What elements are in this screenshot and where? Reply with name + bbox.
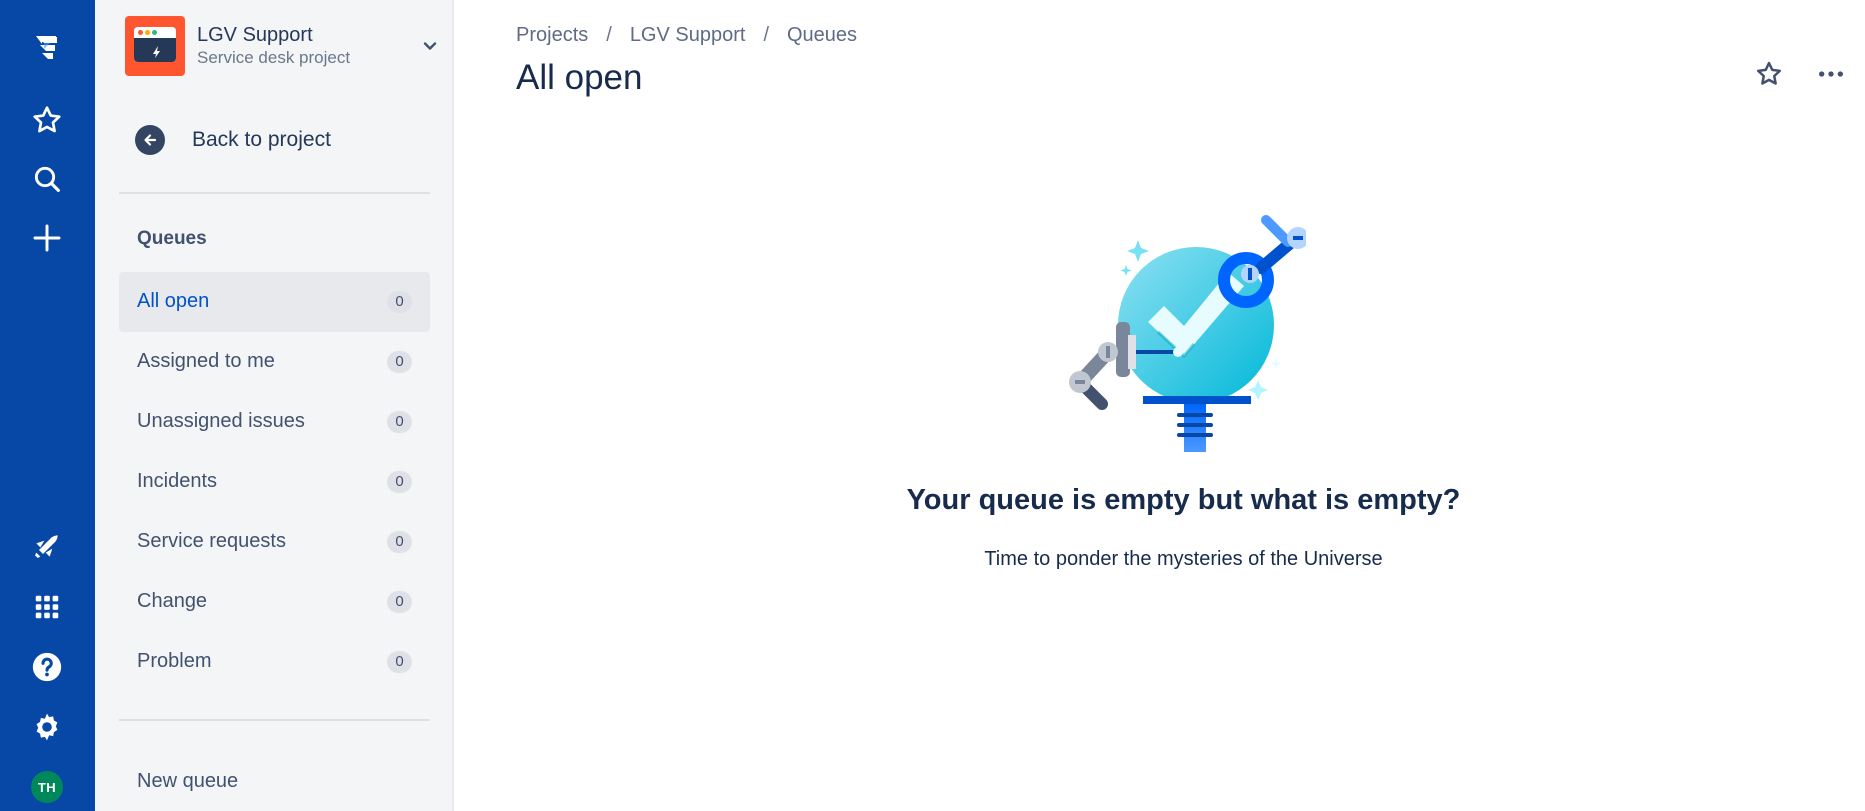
queue-count-badge: 0	[387, 471, 412, 493]
breadcrumb: Projects / LGV Support / Queues	[516, 24, 857, 47]
breadcrumb-separator: /	[763, 24, 769, 46]
breadcrumb-projects[interactable]: Projects	[516, 24, 588, 47]
project-type: Service desk project	[197, 48, 351, 67]
queue-label: Assigned to me	[137, 350, 275, 372]
main-content: Projects / LGV Support / Queues All open	[456, 0, 1865, 811]
queue-item-incidents[interactable]: Incidents 0	[119, 452, 430, 512]
queue-item-all-open[interactable]: All open 0	[119, 272, 430, 332]
empty-state-subtitle: Time to ponder the mysteries of the Univ…	[984, 548, 1383, 570]
queue-item-assigned-to-me[interactable]: Assigned to me 0	[119, 332, 430, 392]
sidebar-divider	[119, 192, 430, 194]
settings-icon[interactable]	[22, 705, 72, 749]
more-icon	[1815, 58, 1847, 95]
breadcrumb-project[interactable]: LGV Support	[630, 24, 746, 47]
new-queue-link[interactable]: New queue	[137, 770, 238, 793]
star-icon[interactable]	[22, 98, 72, 142]
app-root: TH LGV Support Service desk project Back…	[0, 0, 1865, 811]
queue-item-service-requests[interactable]: Service requests 0	[119, 512, 430, 572]
queue-label: Change	[137, 590, 208, 612]
plus-icon[interactable]	[22, 216, 72, 260]
queue-item-problem[interactable]: Problem 0	[119, 632, 430, 692]
global-nav: TH	[0, 0, 95, 811]
queue-label: Unassigned issues	[137, 410, 305, 432]
arrow-left-icon	[135, 125, 165, 155]
queue-count-badge: 0	[387, 591, 412, 613]
queue-count-badge: 0	[387, 531, 412, 553]
project-name: LGV Support	[197, 24, 313, 46]
queue-count-badge: 0	[387, 351, 412, 373]
queues-section-title: Queues	[137, 228, 207, 249]
breadcrumb-separator: /	[606, 24, 612, 46]
queue-count-badge: 0	[387, 291, 412, 313]
star-icon	[1754, 59, 1784, 94]
breadcrumb-queues[interactable]: Queues	[787, 24, 857, 47]
project-sidebar: LGV Support Service desk project Back to…	[95, 0, 454, 811]
project-switcher[interactable]: LGV Support Service desk project	[125, 16, 437, 78]
notification-icon[interactable]	[22, 524, 72, 568]
queue-item-unassigned-issues[interactable]: Unassigned issues 0	[119, 392, 430, 452]
queue-label: Problem	[137, 650, 212, 672]
more-actions-button[interactable]	[1811, 56, 1851, 96]
queue-count-badge: 0	[387, 651, 412, 673]
back-to-project-label: Back to project	[192, 128, 331, 151]
chevron-down-icon[interactable]	[420, 36, 440, 56]
avatar[interactable]: TH	[29, 769, 65, 805]
project-avatar	[125, 16, 185, 76]
star-button[interactable]	[1749, 56, 1789, 96]
queue-label: All open	[137, 290, 210, 312]
jira-logo-icon[interactable]	[22, 25, 72, 69]
queue-label: Incidents	[137, 470, 218, 492]
queue-label: Service requests	[137, 530, 286, 552]
queue-count-badge: 0	[387, 411, 412, 433]
queue-item-change[interactable]: Change 0	[119, 572, 430, 632]
empty-queue-illustration	[1066, 210, 1309, 460]
empty-state-title: Your queue is empty but what is empty?	[906, 484, 1461, 516]
app-switcher-icon[interactable]	[22, 585, 72, 629]
sidebar-divider	[119, 719, 430, 721]
search-icon[interactable]	[22, 157, 72, 201]
help-icon[interactable]	[22, 645, 72, 689]
page-title: All open	[516, 58, 643, 97]
back-to-project-link[interactable]: Back to project	[135, 120, 395, 160]
avatar-initials: TH	[37, 779, 57, 795]
